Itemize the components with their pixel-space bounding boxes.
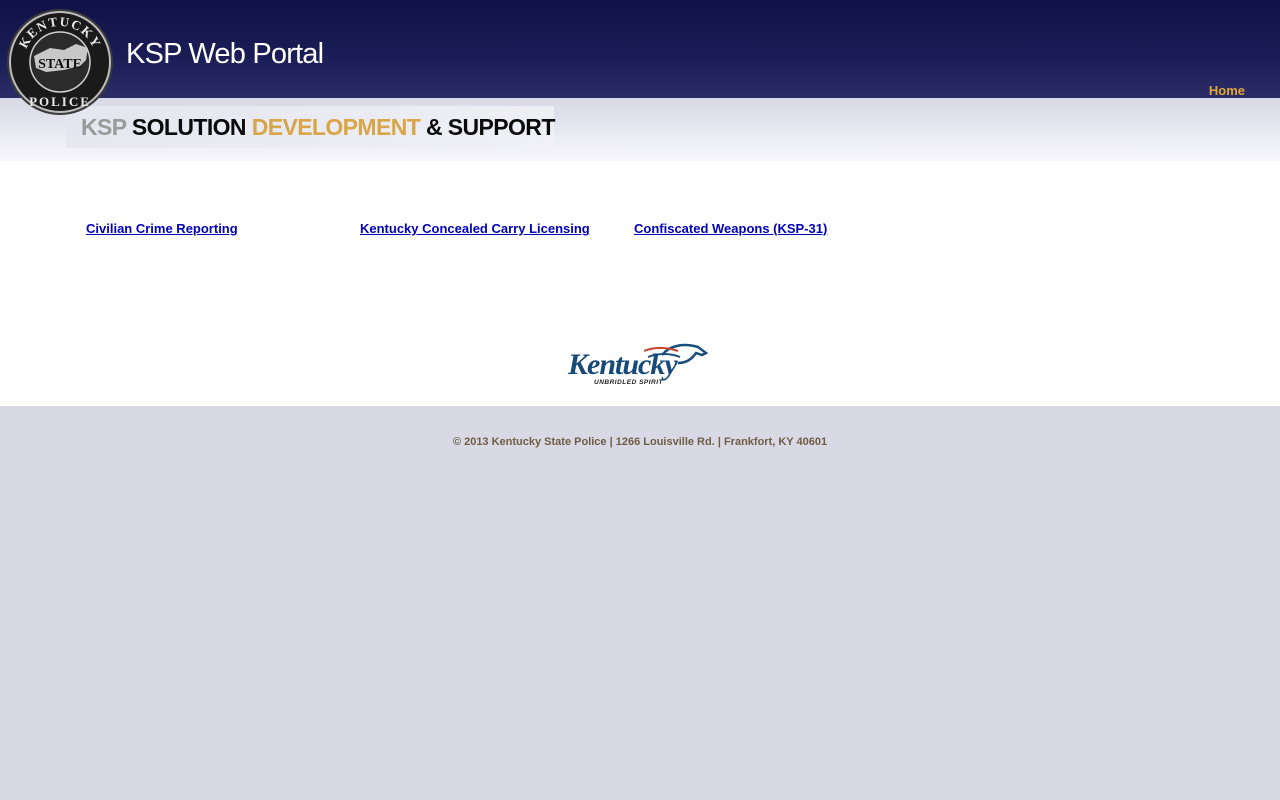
link-concealed-carry-licensing[interactable]: Kentucky Concealed Carry Licensing — [360, 221, 590, 236]
logo-wordmark: Kentucky — [567, 348, 678, 381]
banner-solution: SOLUTION — [131, 114, 247, 140]
seal-text-bottom: POLICE — [29, 94, 91, 109]
ksp-seal-logo[interactable]: KENTUCKY STATE POLICE — [6, 8, 114, 116]
seal-text-middle: STATE — [38, 57, 82, 72]
banner-development: DEVELOPMENT — [251, 114, 421, 140]
logo-tagline: UNBRIDLED SPIRIT — [594, 379, 664, 386]
banner-heading: KSP SOLUTION DEVELOPMENT & SUPPORT — [81, 114, 555, 141]
main-content: Civilian Crime Reporting Kentucky Concea… — [0, 161, 1280, 406]
kentucky-unbridled-spirit-logo: Kentucky UNBRIDLED SPIRIT — [567, 343, 709, 386]
banner-support: & SUPPORT — [425, 114, 555, 140]
link-confiscated-weapons[interactable]: Confiscated Weapons (KSP-31) — [634, 221, 827, 236]
banner-ksp: KSP — [81, 114, 127, 140]
page-header: KSP Web Portal Home — [0, 0, 1280, 98]
nav-home-link[interactable]: Home — [1209, 83, 1245, 98]
portal-title: KSP Web Portal — [126, 38, 324, 70]
link-civilian-crime-reporting[interactable]: Civilian Crime Reporting — [86, 221, 238, 236]
footer-copyright: © 2013 Kentucky State Police | 1266 Loui… — [452, 436, 828, 448]
